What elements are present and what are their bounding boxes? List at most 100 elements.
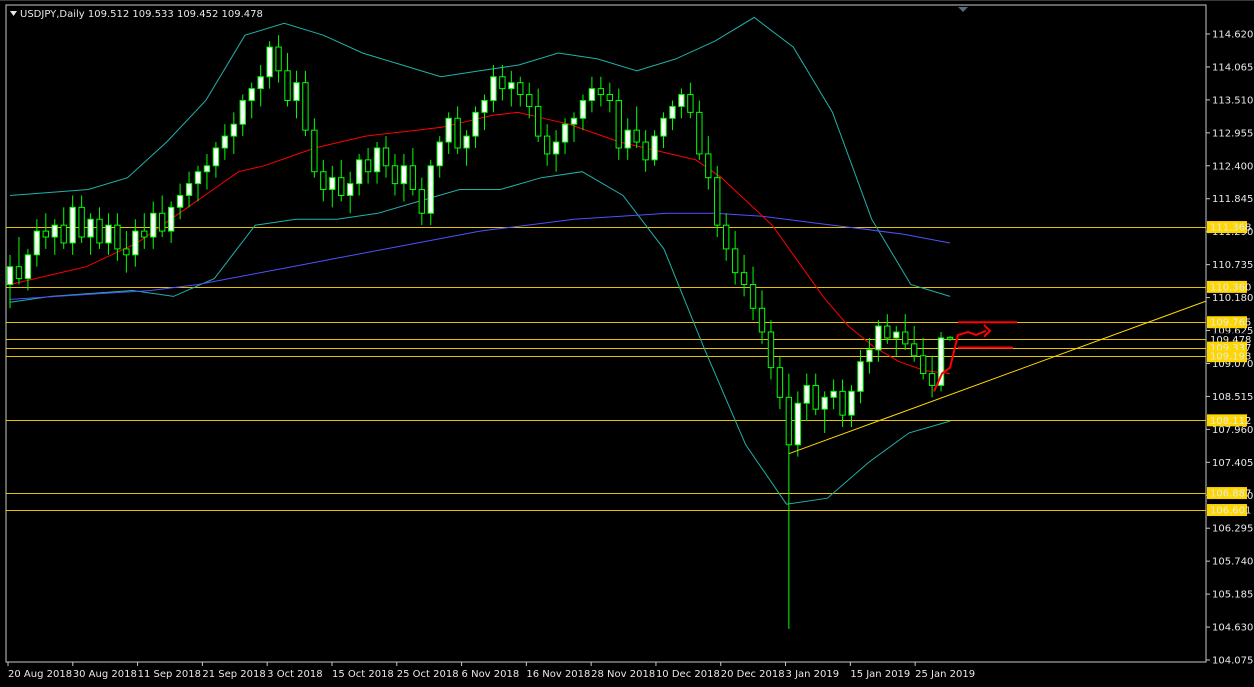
time-tick-label: 3 Jan 2019 — [786, 669, 840, 680]
candle-body — [535, 105, 542, 137]
candle-body — [490, 76, 497, 101]
candle-body — [517, 82, 524, 96]
moving-average-red — [9, 111, 951, 375]
candle-body — [257, 76, 264, 90]
candle-body — [418, 189, 425, 214]
candle-body — [660, 117, 667, 137]
candle-body — [347, 183, 354, 196]
candle-body — [436, 141, 443, 167]
candle-body — [33, 230, 41, 256]
candle-body — [311, 129, 318, 173]
time-tick-label: 15 Jan 2019 — [850, 669, 910, 680]
candle-body — [866, 349, 873, 363]
candle-body — [740, 272, 748, 286]
candle-body — [642, 141, 649, 161]
candle-body — [87, 218, 94, 238]
price-tick-label: 113.510 — [1212, 95, 1253, 106]
time-tick-label: 25 Oct 2018 — [397, 669, 459, 680]
price-tick-label: 106.295 — [1212, 524, 1253, 535]
horizontal-levels[interactable] — [6, 227, 1206, 511]
candle-body — [409, 165, 417, 191]
chart-window[interactable]: 114.620 114.065 113.510 112.955 112.400 111.8… — [0, 0, 1254, 686]
time-tick-label: 20 Aug 2018 — [8, 669, 72, 680]
level-label[interactable]: 106.887 — [1210, 489, 1251, 500]
bollinger-upper-band — [9, 16, 951, 297]
plot-area — [5, 4, 1207, 663]
candle-body — [767, 331, 775, 369]
candle-body — [51, 224, 58, 238]
candle-body — [669, 105, 676, 119]
candle-body — [561, 123, 569, 143]
candle-body — [714, 177, 721, 226]
candle-body — [167, 206, 175, 232]
trend-line[interactable] — [788, 300, 1207, 455]
candle-body — [848, 390, 855, 416]
candle-body — [320, 171, 327, 191]
time-tick-label: 3 Oct 2018 — [267, 669, 322, 680]
price-tick-label: 111.845 — [1212, 194, 1253, 205]
candle-body — [275, 46, 282, 72]
candle-body — [597, 88, 605, 96]
candle-body — [159, 212, 166, 232]
price-tick-label: 110.180 — [1212, 293, 1253, 304]
level-label[interactable]: 108.112 — [1210, 416, 1251, 427]
time-axis[interactable]: 20 Aug 2018 30 Aug 2018 11 Sep 2018 21 Sep … — [6, 661, 1206, 680]
candle-body — [176, 194, 184, 208]
candle-body — [266, 46, 273, 78]
candle-body — [570, 117, 578, 125]
plot-border — [5, 4, 1207, 663]
candle-body — [230, 123, 237, 137]
price-tick-label: 107.405 — [1212, 458, 1253, 469]
time-tick-label: 15 Oct 2018 — [332, 669, 394, 680]
candle-body — [69, 206, 76, 244]
candle-body — [96, 218, 103, 244]
candle-body — [705, 153, 712, 179]
candle-body — [857, 361, 864, 392]
candle-body — [472, 111, 479, 137]
candle-body — [400, 165, 408, 185]
price-tick-label: 108.515 — [1212, 392, 1253, 403]
price-tick-label: 114.065 — [1212, 62, 1253, 73]
drawing-objects[interactable] — [788, 300, 1207, 455]
candle-body — [633, 129, 640, 143]
chart-header: USDJPY,Daily 109.512 109.533 109.452 109… — [10, 9, 263, 20]
candle-body — [893, 331, 900, 339]
candle-body — [481, 99, 488, 113]
candle-body — [821, 396, 828, 410]
candle-body — [499, 76, 506, 90]
candle-body — [696, 111, 703, 155]
candle-body — [758, 307, 766, 333]
candle-body — [812, 384, 819, 410]
candle-body — [373, 147, 381, 173]
candle-body — [552, 141, 560, 155]
menu-triangle-icon[interactable] — [10, 11, 17, 16]
candle-body — [445, 117, 452, 143]
level-label[interactable]: 109.193 — [1210, 352, 1251, 363]
level-label[interactable]: 110.360 — [1210, 282, 1251, 293]
candle-body — [15, 266, 23, 280]
candle-body — [329, 177, 336, 191]
scroll-marker-icon[interactable] — [958, 7, 968, 12]
level-label[interactable]: 109.765 — [1210, 318, 1251, 329]
candle-body — [105, 224, 112, 244]
candle-body — [185, 183, 193, 196]
candle-body — [911, 343, 918, 357]
time-tick-label: 30 Aug 2018 — [73, 669, 137, 680]
candlestick-chart[interactable]: 114.620 114.065 113.510 112.955 112.400 111.8… — [0, 1, 1254, 687]
candle-body — [24, 254, 32, 280]
candle-body — [579, 99, 587, 119]
price-tick-label: 104.075 — [1212, 656, 1253, 667]
level-label[interactable]: 106.601 — [1210, 506, 1251, 517]
candle-body — [687, 94, 694, 113]
price-tick-label: 104.630 — [1212, 623, 1253, 634]
price-axis[interactable]: 114.620 114.065 113.510 112.955 112.400 111.8… — [1205, 5, 1253, 667]
candle-body — [355, 159, 363, 185]
candle-body — [221, 135, 229, 149]
price-tick-label: 112.955 — [1212, 128, 1253, 139]
candle-body — [731, 248, 739, 274]
candle-body — [150, 212, 157, 238]
time-tick-label: 28 Nov 2018 — [591, 669, 655, 680]
level-label[interactable]: 111.368 — [1210, 223, 1251, 234]
candle-body — [919, 355, 927, 375]
candle-body — [194, 171, 202, 185]
